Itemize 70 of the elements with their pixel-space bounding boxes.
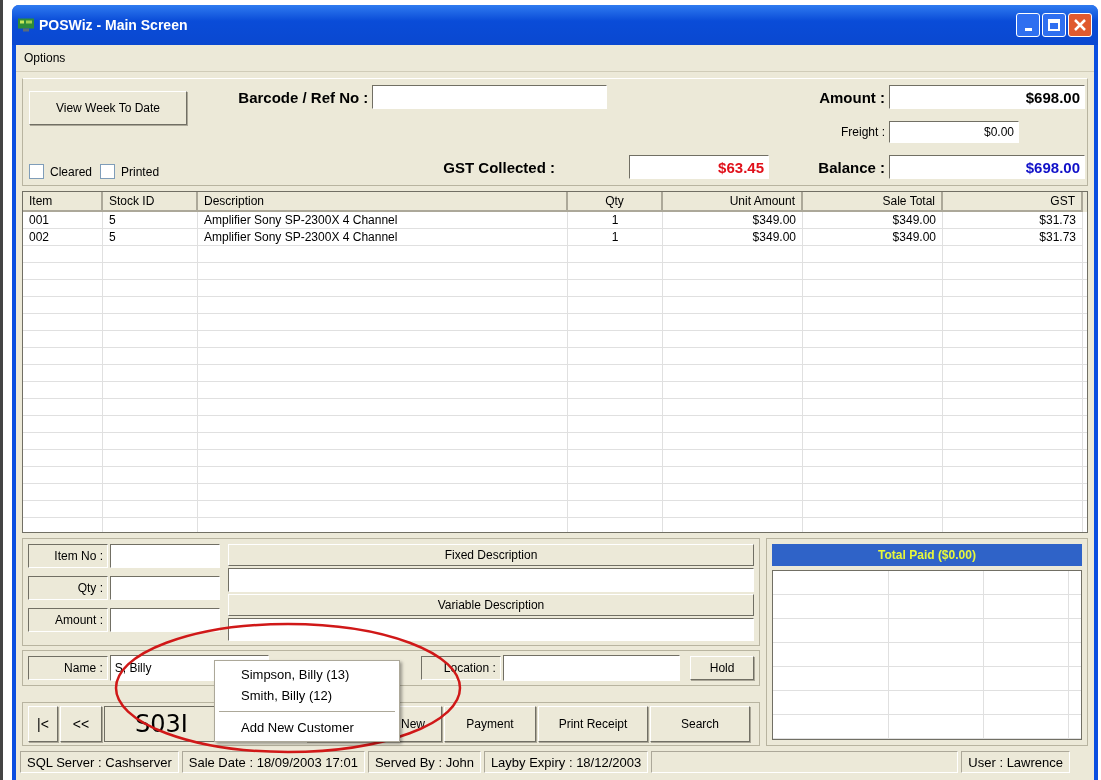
- status-panel: Layby Expiry : 18/12/2003: [483, 751, 649, 773]
- freight-field: $0.00: [889, 121, 1019, 143]
- table-cell: 001: [23, 212, 103, 229]
- table-cell: $349.00: [663, 212, 803, 229]
- previous-button[interactable]: <<: [60, 706, 102, 742]
- amount-label: Amount :: [28, 608, 108, 632]
- total-paid-header: Total Paid ($0.00): [772, 544, 1082, 566]
- checkbox[interactable]: [29, 164, 44, 179]
- table-cell: $349.00: [803, 229, 943, 246]
- minimize-button[interactable]: [1016, 13, 1040, 37]
- table-cell: $349.00: [663, 229, 803, 246]
- fixed-description-header: Fixed Description: [228, 544, 754, 567]
- fixed-description-field[interactable]: [228, 568, 754, 592]
- table-cell: Amplifier Sony SP-2300X 4 Channel: [198, 229, 568, 246]
- app-icon: [18, 18, 34, 32]
- table-cell: 1: [568, 229, 663, 246]
- checkbox-label: Cleared: [50, 164, 93, 179]
- checkbox-label: Printed: [121, 164, 160, 179]
- item-no-label: Item No :: [28, 544, 108, 568]
- checkbox[interactable]: [100, 164, 116, 179]
- status-panel: SQL Server : Cashserver: [20, 751, 179, 773]
- table-cell: $31.73: [943, 229, 1083, 246]
- minimize-icon: [1024, 28, 1032, 31]
- action-button[interactable]: Search: [650, 706, 750, 742]
- barcode-label: Barcode / Ref No :: [238, 88, 369, 106]
- variable-description-header: Variable Description: [228, 593, 754, 616]
- amount-field: $698.00: [889, 85, 1085, 109]
- menu-item[interactable]: Options: [20, 51, 70, 65]
- status-panel: Served By : John: [367, 751, 481, 773]
- close-icon: [1074, 19, 1086, 31]
- column-header[interactable]: Qty: [568, 192, 663, 212]
- column-header[interactable]: Unit Amount: [663, 192, 803, 212]
- table-cell: $349.00: [803, 212, 943, 229]
- column-header[interactable]: GST: [943, 192, 1083, 212]
- menu-item[interactable]: Smith, Billy (12): [215, 685, 399, 706]
- gst-field: $63.45: [629, 155, 769, 179]
- freight-label: Freight :: [840, 125, 885, 139]
- column-header[interactable]: Item: [23, 192, 103, 212]
- barcode-field[interactable]: [372, 85, 608, 109]
- item-no-field[interactable]: [110, 544, 220, 568]
- close-button[interactable]: [1068, 13, 1092, 37]
- variable-description-field[interactable]: [228, 617, 754, 641]
- qty-field[interactable]: [110, 576, 220, 600]
- table-cell: Amplifier Sony SP-2300X 4 Channel: [198, 212, 568, 229]
- maximize-button[interactable]: [1042, 13, 1066, 37]
- action-button[interactable]: Print Receipt: [538, 706, 648, 742]
- action-button[interactable]: Payment: [444, 706, 536, 742]
- balance-field: $698.00: [889, 155, 1085, 179]
- window-title: POSWiz - Main Screen: [39, 17, 188, 33]
- table-cell: 1: [568, 212, 663, 229]
- table-cell: 5: [103, 212, 198, 229]
- table-cell: 002: [23, 229, 103, 246]
- name-label: Name :: [28, 656, 108, 680]
- amount-label: Amount :: [818, 88, 885, 106]
- status-panel: Sale Date : 18/09/2003 17:01: [181, 751, 365, 773]
- view-week-button[interactable]: View Week To Date: [29, 91, 187, 125]
- column-header[interactable]: Stock ID: [103, 192, 198, 212]
- table-cell: $31.73: [943, 212, 1083, 229]
- status-panel: User : Lawrence: [961, 751, 1070, 773]
- hold-button[interactable]: Hold: [690, 656, 754, 680]
- table-cell: 5: [103, 229, 198, 246]
- location-field[interactable]: [502, 655, 681, 681]
- column-header[interactable]: Sale Total: [803, 192, 943, 212]
- qty-label: Qty :: [28, 576, 108, 600]
- gst-label: GST Collected :: [443, 158, 555, 176]
- balance-label: Balance :: [817, 158, 885, 176]
- amount-field[interactable]: [110, 608, 220, 632]
- maximize-icon: [1048, 19, 1060, 31]
- column-header[interactable]: Description: [198, 192, 568, 212]
- first-record-button[interactable]: |<: [28, 706, 58, 742]
